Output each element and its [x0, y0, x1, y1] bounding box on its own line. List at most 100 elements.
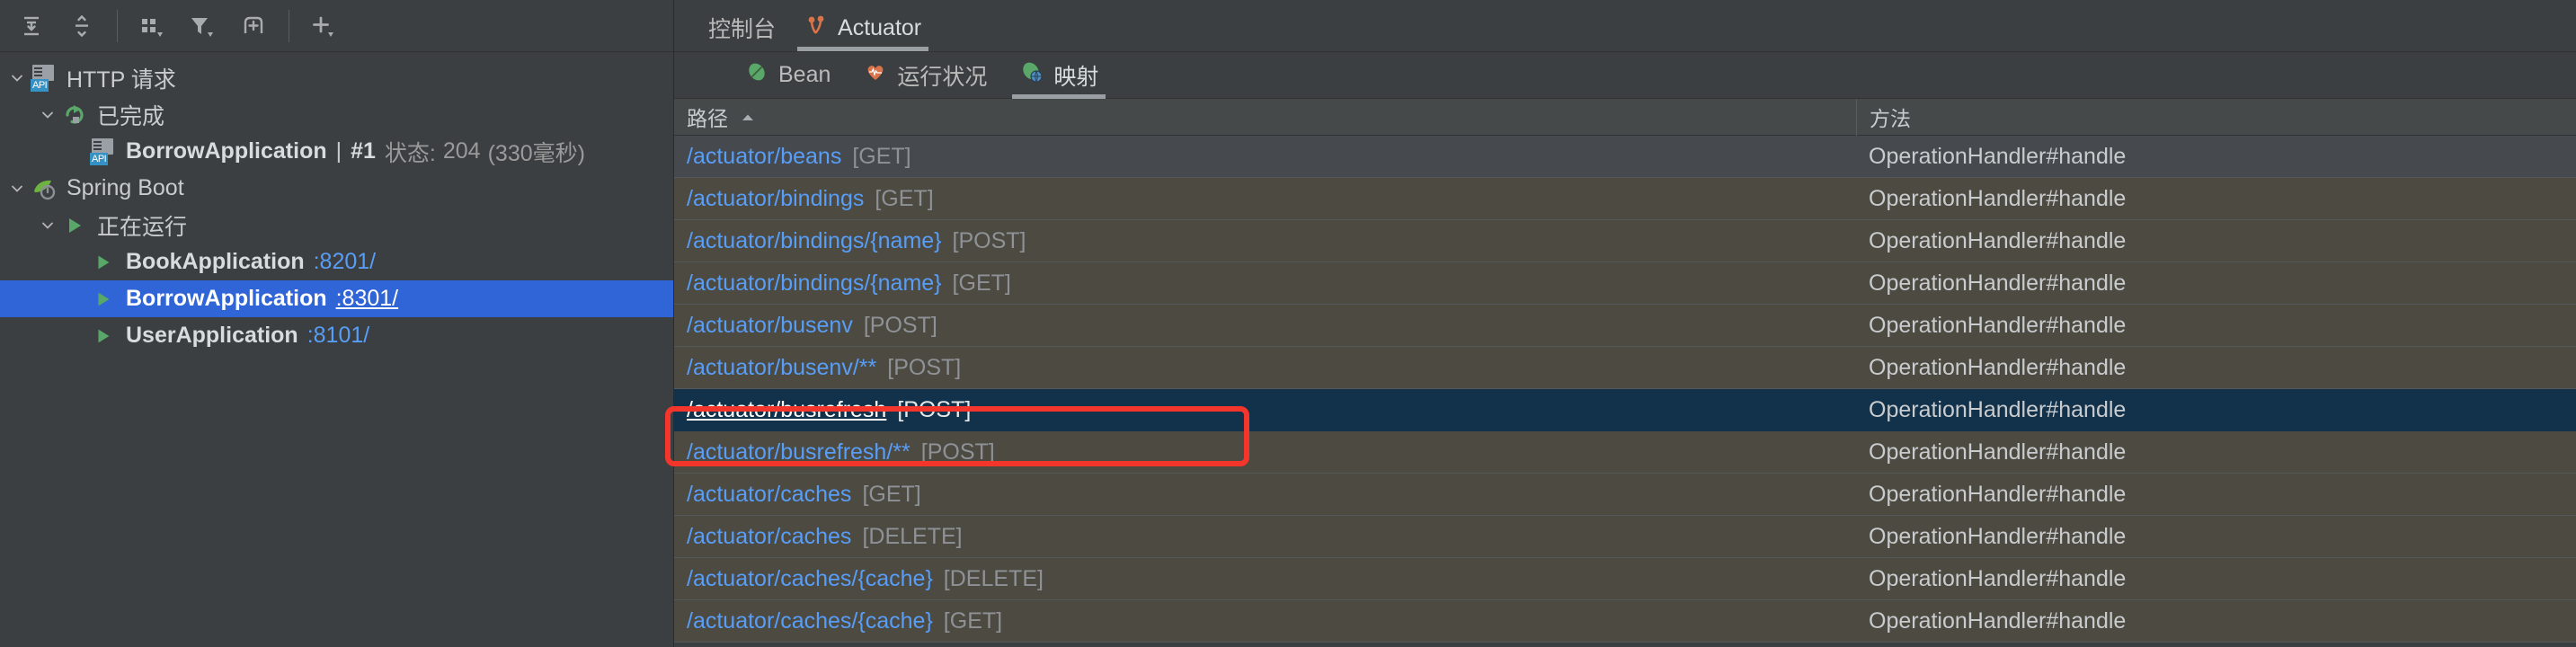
tab-console[interactable]: 控制台: [694, 4, 790, 51]
tree-node-app-user[interactable]: UserApplication :8101/: [0, 317, 673, 354]
tree-node-app-book[interactable]: BookApplication :8201/: [0, 244, 673, 280]
tab-console-label: 控制台: [708, 17, 777, 42]
cell-method: OperationHandler#handle: [1869, 439, 2127, 465]
cell-path: /actuator/caches [DELETE]: [674, 516, 1856, 558]
path-link[interactable]: /actuator/busrefresh/**: [687, 439, 910, 465]
table-body: /actuator/beans [GET] OperationHandler#han…: [674, 136, 2576, 643]
table-row[interactable]: /actuator/bindings [GET] OperationHandler#…: [674, 178, 2576, 220]
tree-label-spring-boot: Spring Boot: [67, 175, 184, 200]
ide-window: API HTTP 请求 已完成 API BorrowApplication | …: [0, 0, 2576, 647]
http-verb: [POST]: [887, 354, 962, 380]
table-row[interactable]: /actuator/busrefresh [POST] OperationHandl…: [674, 389, 2576, 431]
cell-path: /actuator/bindings/{name} [GET]: [674, 262, 1856, 305]
path-link[interactable]: /actuator/busenv: [687, 313, 853, 339]
cell-method: OperationHandler#handle: [1869, 523, 2127, 549]
http-verb: [GET]: [952, 270, 1011, 296]
path-link[interactable]: /actuator/bindings/{name}: [687, 228, 942, 254]
path-link[interactable]: /actuator/busenv/**: [687, 355, 876, 381]
table-row[interactable]: /actuator/bindings/{name} [POST] Operation…: [674, 220, 2576, 262]
add-icon[interactable]: [300, 5, 349, 47]
tree-node-completed[interactable]: 已完成: [0, 96, 673, 133]
column-header-method[interactable]: 方法: [1856, 99, 2576, 136]
table-row[interactable]: /actuator/caches/{cache} [DELETE] Operatio…: [674, 558, 2576, 600]
subtab-bean-label: Bean: [778, 62, 831, 87]
run-green-icon: [90, 249, 117, 276]
table-row[interactable]: /actuator/caches [DELETE] OperationHandler…: [674, 516, 2576, 558]
path-link[interactable]: /actuator/busrefresh: [687, 397, 886, 423]
cell-path: /actuator/busenv/** [POST]: [674, 347, 1856, 389]
path-link[interactable]: /actuator/caches: [687, 482, 851, 508]
chevron-down-icon[interactable]: [5, 177, 29, 200]
tree-node-app-borrow[interactable]: BorrowApplication :8301/: [0, 280, 673, 317]
path-link[interactable]: /actuator/beans: [687, 144, 841, 170]
path-link[interactable]: /actuator/caches: [687, 524, 851, 550]
health-heart-icon: [863, 59, 888, 91]
subtab-mappings[interactable]: 映射: [1003, 52, 1115, 99]
panel-tabs: 控制台 Actuator: [674, 5, 2576, 52]
tree-node-running[interactable]: 正在运行: [0, 207, 673, 244]
run-green-icon: [90, 323, 117, 350]
actuator-subtabs: Bean 运行状况 映射: [674, 52, 2576, 99]
run-green-icon: [90, 286, 117, 313]
cell-path: /actuator/beans [GET]: [674, 136, 1856, 178]
spring-leaf-icon: [31, 175, 58, 202]
cell-path: /actuator/bindings [GET]: [674, 178, 1856, 220]
chevron-down-icon[interactable]: [5, 66, 29, 90]
group-by-icon[interactable]: [129, 5, 177, 47]
path-link[interactable]: /actuator/caches/{cache}: [687, 566, 933, 592]
services-panel: API HTTP 请求 已完成 API BorrowApplication | …: [0, 0, 674, 647]
http-verb: [DELETE]: [862, 523, 963, 549]
tree-node-spring-boot[interactable]: Spring Boot: [0, 170, 673, 207]
table-row[interactable]: /actuator/caches/{cache} [GET] OperationHa…: [674, 600, 2576, 643]
table-row[interactable]: /actuator/busenv [POST] OperationHandler#h…: [674, 305, 2576, 347]
http-verb: [POST]: [863, 312, 937, 338]
subtab-bean[interactable]: Bean: [728, 52, 847, 99]
rerun-green-icon: [61, 102, 88, 129]
cell-method: OperationHandler#handle: [1869, 143, 2127, 169]
path-link[interactable]: /actuator/caches/{cache}: [687, 608, 933, 634]
actuator-panel: 控制台 Actuator Bean 运行状况 映射 路径 方法 /actuato…: [674, 0, 2576, 647]
table-row[interactable]: /actuator/caches [GET] OperationHandler#ha…: [674, 474, 2576, 516]
path-link[interactable]: /actuator/bindings/{name}: [687, 270, 942, 297]
table-row[interactable]: /actuator/busenv/** [POST] OperationHandle…: [674, 347, 2576, 389]
chevron-down-icon[interactable]: [36, 214, 59, 237]
cell-path: /actuator/caches [GET]: [674, 474, 1856, 516]
request-status-label: 状态:: [384, 140, 436, 166]
filter-icon[interactable]: [179, 5, 227, 47]
table-row[interactable]: /actuator/busrefresh/** [POST] OperationHa…: [674, 431, 2576, 474]
actuator-icon: [804, 13, 830, 44]
column-header-path[interactable]: 路径: [674, 99, 1856, 136]
app-name: BorrowApplication: [126, 286, 327, 311]
add-frame-icon[interactable]: [229, 5, 278, 47]
collapse-all-icon[interactable]: [58, 5, 106, 47]
subtab-health-label: 运行状况: [897, 64, 988, 90]
request-duration: (330毫秒): [487, 140, 585, 166]
cell-path: /actuator/caches/{cache} [DELETE]: [674, 558, 1856, 600]
app-port-link[interactable]: :8101/: [307, 323, 370, 349]
table-row[interactable]: /actuator/bindings/{name} [GET] OperationH…: [674, 262, 2576, 305]
tab-actuator[interactable]: Actuator: [790, 4, 936, 51]
table-row[interactable]: /actuator/beans [GET] OperationHandler#han…: [674, 136, 2576, 178]
tree-node-http-request[interactable]: API HTTP 请求: [0, 59, 673, 96]
app-port-link[interactable]: :8301/: [336, 286, 399, 312]
bean-icon: [744, 59, 769, 91]
http-verb: [GET]: [862, 481, 921, 507]
tree-label-http-request: HTTP 请求: [67, 66, 176, 93]
toolbar-divider: [117, 9, 118, 42]
expand-all-icon[interactable]: [7, 5, 56, 47]
request-item-name: BorrowApplication: [126, 138, 327, 164]
path-link[interactable]: /actuator/bindings: [687, 186, 864, 212]
app-port-link[interactable]: :8201/: [314, 249, 377, 275]
cell-method: OperationHandler#handle: [1869, 396, 2127, 422]
subtab-health[interactable]: 运行状况: [847, 52, 1003, 99]
chevron-down-icon[interactable]: [36, 103, 59, 127]
cell-path: /actuator/busrefresh/** [POST]: [674, 431, 1856, 474]
cell-method: OperationHandler#handle: [1869, 565, 2127, 591]
tree-node-http-request-item[interactable]: API BorrowApplication | #1 状态: 204 (330毫…: [0, 133, 673, 170]
cell-path: /actuator/busenv [POST]: [674, 305, 1856, 347]
cell-method: OperationHandler#handle: [1869, 354, 2127, 380]
column-header-path-label: 路径: [687, 107, 728, 130]
http-verb: [POST]: [952, 227, 1026, 253]
cell-path: /actuator/bindings/{name} [POST]: [674, 220, 1856, 262]
cell-method: OperationHandler#handle: [1869, 185, 2127, 211]
